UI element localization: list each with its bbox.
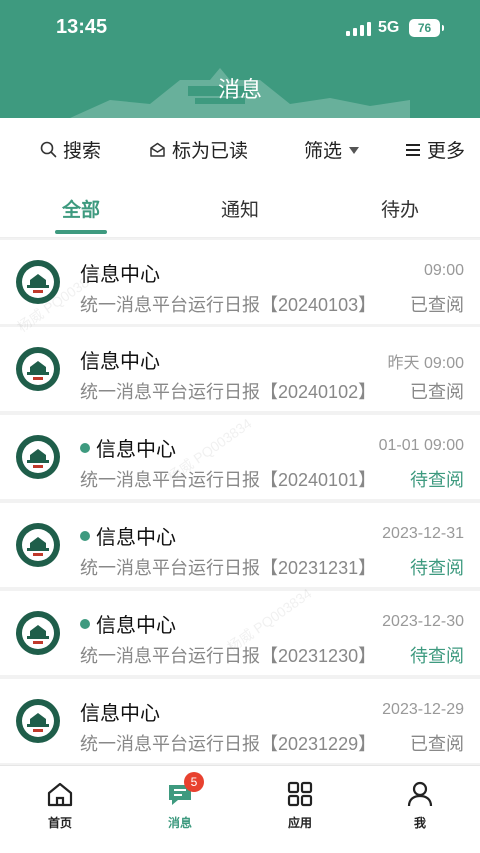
envelope-open-icon [150, 142, 165, 157]
app-header: 13:45 5G 76 消息 [0, 0, 480, 118]
university-logo-icon [16, 611, 60, 655]
tab-todo[interactable]: 待办 [340, 195, 460, 222]
message-sender-text: 信息中心 [96, 615, 176, 637]
message-subject: 统一消息平台运行日报【20231231】 [80, 558, 377, 578]
filter-button[interactable]: 筛选 [304, 136, 360, 163]
user-icon [406, 780, 434, 808]
nav-me-label: 我 [413, 816, 426, 830]
message-status: 已查阅 [410, 734, 464, 754]
message-sender: 信息中心 [80, 521, 176, 550]
message-status: 待查阅 [410, 558, 464, 578]
message-subject: 统一消息平台运行日报【20231229】 [80, 734, 377, 754]
message-item[interactable]: 信息中心 昨天 09:00 统一消息平台运行日报【20240102】 已查阅 [0, 327, 480, 411]
nav-apps[interactable]: 应用 [240, 780, 360, 831]
tab-all[interactable]: 全部 [21, 195, 141, 222]
unread-dot [80, 442, 90, 453]
signal-icon [346, 22, 371, 36]
nav-messages-label: 消息 [167, 816, 192, 830]
message-subject: 统一消息平台运行日报【20240102】 [80, 382, 377, 402]
search-button[interactable]: 搜索 [40, 136, 101, 163]
bottom-nav: 首页 5 消息 应用 我 [0, 765, 480, 853]
message-item[interactable]: 信息中心 2023-12-29 统一消息平台运行日报【20231229】 已查阅 [0, 679, 480, 763]
status-time: 13:45 [56, 16, 108, 38]
university-logo-icon [16, 523, 60, 567]
message-sender-text: 信息中心 [80, 703, 160, 725]
nav-apps-label: 应用 [287, 816, 312, 830]
mark-read-label: 标为已读 [172, 141, 249, 162]
message-status: 已查阅 [410, 295, 464, 315]
apps-grid-icon [286, 780, 314, 808]
status-bar: 13:45 5G 76 [0, 0, 480, 56]
menu-lines-icon [406, 143, 420, 156]
mark-read-button[interactable]: 标为已读 [149, 136, 248, 163]
search-icon [40, 141, 57, 158]
nav-messages[interactable]: 5 消息 [120, 772, 240, 831]
message-date: 2023-12-30 [382, 613, 464, 630]
message-sender: 信息中心 [80, 433, 176, 462]
message-item[interactable]: 信息中心 2023-12-31 统一消息平台运行日报【20231231】 待查阅 [0, 503, 480, 587]
message-sender-text: 信息中心 [96, 439, 176, 461]
nav-home[interactable]: 首页 [0, 780, 120, 831]
more-button[interactable]: 更多 [405, 136, 465, 163]
message-subject: 统一消息平台运行日报【20240103】 [80, 295, 377, 315]
tab-notice[interactable]: 通知 [180, 195, 300, 222]
battery-icon: 76 [409, 19, 444, 37]
message-sender: 信息中心 [80, 697, 160, 726]
more-label: 更多 [427, 141, 466, 162]
toolbar: 搜索 标为已读 筛选 更多 [0, 118, 480, 178]
unread-dot [80, 530, 90, 541]
message-date: 2023-12-31 [382, 525, 464, 542]
nav-home-label: 首页 [47, 816, 72, 830]
message-date: 2023-12-29 [382, 701, 464, 718]
filter-label: 筛选 [304, 141, 343, 162]
message-icon: 5 [166, 772, 204, 808]
message-sender: 信息中心 [80, 345, 160, 374]
search-label: 搜索 [63, 141, 102, 162]
home-icon [46, 780, 74, 808]
message-status: 待查阅 [410, 646, 464, 666]
message-date: 01-01 09:00 [378, 437, 464, 454]
university-logo-icon [16, 347, 60, 391]
message-status: 待查阅 [410, 470, 464, 490]
message-subject: 统一消息平台运行日报【20240101】 [80, 470, 377, 490]
message-sender-text: 信息中心 [80, 351, 160, 373]
message-date: 昨天 09:00 [387, 355, 465, 372]
message-tabs: 全部 通知 待办 [0, 178, 480, 238]
message-date: 09:00 [423, 262, 464, 279]
page-title: 消息 [217, 77, 262, 102]
unread-count-badge: 5 [184, 772, 204, 792]
unread-dot [80, 618, 90, 629]
message-status: 已查阅 [410, 382, 464, 402]
caret-down-icon [349, 146, 360, 154]
message-sender-text: 信息中心 [96, 527, 176, 549]
message-sender: 信息中心 [80, 609, 176, 638]
network-type: 5G [378, 19, 400, 36]
university-logo-icon [16, 435, 60, 479]
tab-active-indicator [55, 230, 107, 234]
nav-me[interactable]: 我 [360, 780, 480, 831]
university-logo-icon [16, 699, 60, 743]
